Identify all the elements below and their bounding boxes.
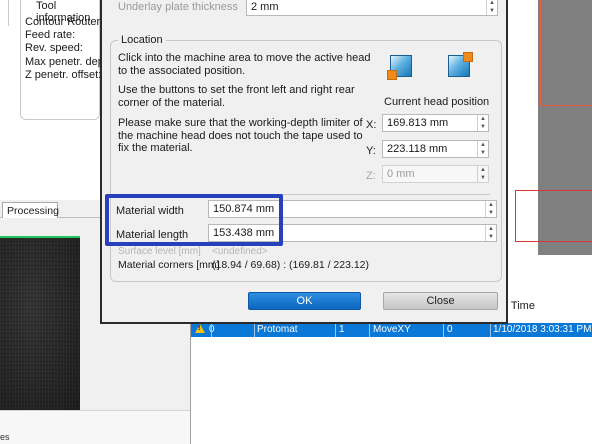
grid-divider [369, 323, 370, 337]
x-label: X: [366, 119, 377, 131]
ok-button[interactable]: OK [248, 292, 361, 310]
tab-processing[interactable]: Processing [2, 202, 59, 218]
instruction-depth-limiter: Please make sure that the working-depth … [118, 117, 363, 154]
spin-buttons[interactable]: ▲ ▼ [486, 0, 497, 15]
material-corners-value: (18.94 / 69.68) : (169.81 / 223.12) [212, 259, 370, 271]
spin-buttons[interactable]: ▲ ▼ [477, 141, 488, 157]
instruction-move-head: Click into the machine area to move the … [118, 52, 371, 77]
location-group-title: Location [118, 34, 166, 46]
spin-buttons: ▲ ▼ [477, 166, 488, 182]
tab-processing-label: Processing [7, 204, 59, 217]
chevron-down-icon[interactable]: ▼ [486, 233, 496, 241]
spin-buttons[interactable]: ▲ ▼ [477, 115, 488, 131]
front-left-corner-icon [387, 52, 415, 80]
x-position-value: 169.813 mm [387, 117, 449, 129]
table-row[interactable]: 0 Protomat 1 MoveXY 0 1/10/2018 3:03:31 … [191, 323, 592, 337]
tool-info-row: Rev. speed: [25, 42, 83, 55]
grid-cell-source: Protomat [257, 324, 298, 335]
grid-cell-level: 1 [339, 324, 345, 335]
camera-view[interactable] [0, 238, 80, 410]
x-position-input[interactable]: 169.813 mm ▲ ▼ [382, 114, 489, 132]
chevron-up-icon[interactable]: ▲ [478, 115, 488, 123]
tool-info-row: Max penetr. depth: [25, 55, 101, 68]
z-label: Z: [366, 170, 376, 182]
y-position-value: 223.118 mm [387, 143, 448, 155]
surface-level-value: <undefined> [212, 246, 268, 257]
grid-divider [443, 323, 444, 337]
grid-header: t Time [505, 300, 535, 312]
machine-boundary-line [540, 105, 592, 106]
bottom-status-strip [0, 410, 190, 444]
tool-info-row: Z penetr. offset: [25, 68, 101, 81]
machine-boundary-line [540, 0, 541, 106]
chevron-down-icon[interactable]: ▼ [487, 7, 497, 15]
instruction-set-corners: Use the buttons to set the front left an… [118, 84, 355, 109]
grid-divider [211, 323, 212, 337]
set-front-left-corner-button[interactable] [386, 51, 416, 81]
grid-divider [254, 323, 255, 337]
surface-level-label: Surface level [mm] [118, 246, 201, 257]
spin-buttons[interactable]: ▲ ▼ [485, 201, 496, 217]
z-position-input: 0 mm ▲ ▼ [382, 165, 489, 183]
material-dialog: Underlay plate thickness 2 mm ▲ ▼ Locatio… [100, 0, 508, 324]
chevron-up-icon[interactable]: ▲ [486, 201, 496, 209]
close-button[interactable]: Close [383, 292, 498, 310]
chevron-down-icon[interactable]: ▼ [478, 123, 488, 131]
highlight-frame [105, 194, 283, 246]
rear-right-corner-icon [445, 52, 473, 80]
spin-buttons[interactable]: ▲ ▼ [485, 225, 496, 241]
grid-cell-time: 1/10/2018 3:03:31 PM.100 [493, 324, 592, 335]
grid-divider [490, 323, 491, 337]
warning-icon [195, 324, 205, 333]
bottom-strip-label: es [0, 432, 10, 442]
chevron-down-icon[interactable]: ▼ [478, 149, 488, 157]
tool-info-area: Tool information Contour Router 1 mm Fee… [0, 0, 101, 200]
tool-info-group: Tool information Contour Router 1 mm Fee… [20, 0, 101, 120]
chevron-up-icon[interactable]: ▲ [486, 225, 496, 233]
tool-info-row: Feed rate: [25, 29, 76, 42]
chevron-down-icon[interactable]: ▼ [486, 209, 496, 217]
z-position-value: 0 mm [387, 168, 415, 180]
panel-edge [8, 0, 14, 26]
chevron-down-icon: ▼ [480, 175, 486, 181]
chevron-up-icon[interactable]: ▲ [478, 141, 488, 149]
underlay-thickness-input[interactable]: 2 mm ▲ ▼ [246, 0, 498, 16]
grid-cell-command: MoveXY [373, 324, 411, 335]
surface-level-row: Surface level [mm] <undefined> [118, 246, 268, 257]
material-corners-label: Material corners [mm] [118, 259, 220, 271]
underlay-thickness-label: Underlay plate thickness [118, 1, 238, 13]
current-head-position-label: Current head position [384, 96, 490, 108]
chevron-up-icon[interactable]: ▲ [487, 0, 497, 7]
material-corners-row: Material corners [mm] (18.94 / 69.68) : … [118, 259, 369, 271]
tool-info-row: Contour Router 1 mm [25, 16, 101, 28]
material-outline [515, 190, 592, 242]
chevron-up-icon: ▲ [480, 167, 486, 173]
y-position-input[interactable]: 223.118 mm ▲ ▼ [382, 140, 489, 158]
grid-divider [335, 323, 336, 337]
grid-cell-code: 0 [447, 324, 453, 335]
set-rear-right-corner-button[interactable] [444, 51, 474, 81]
underlay-thickness-value: 2 mm [251, 1, 279, 13]
grid-header-time: t Time [505, 300, 535, 312]
tool-info-rows: Contour Router 1 mm Feed rate: Rev. spee… [25, 16, 101, 82]
y-label: Y: [366, 145, 376, 157]
